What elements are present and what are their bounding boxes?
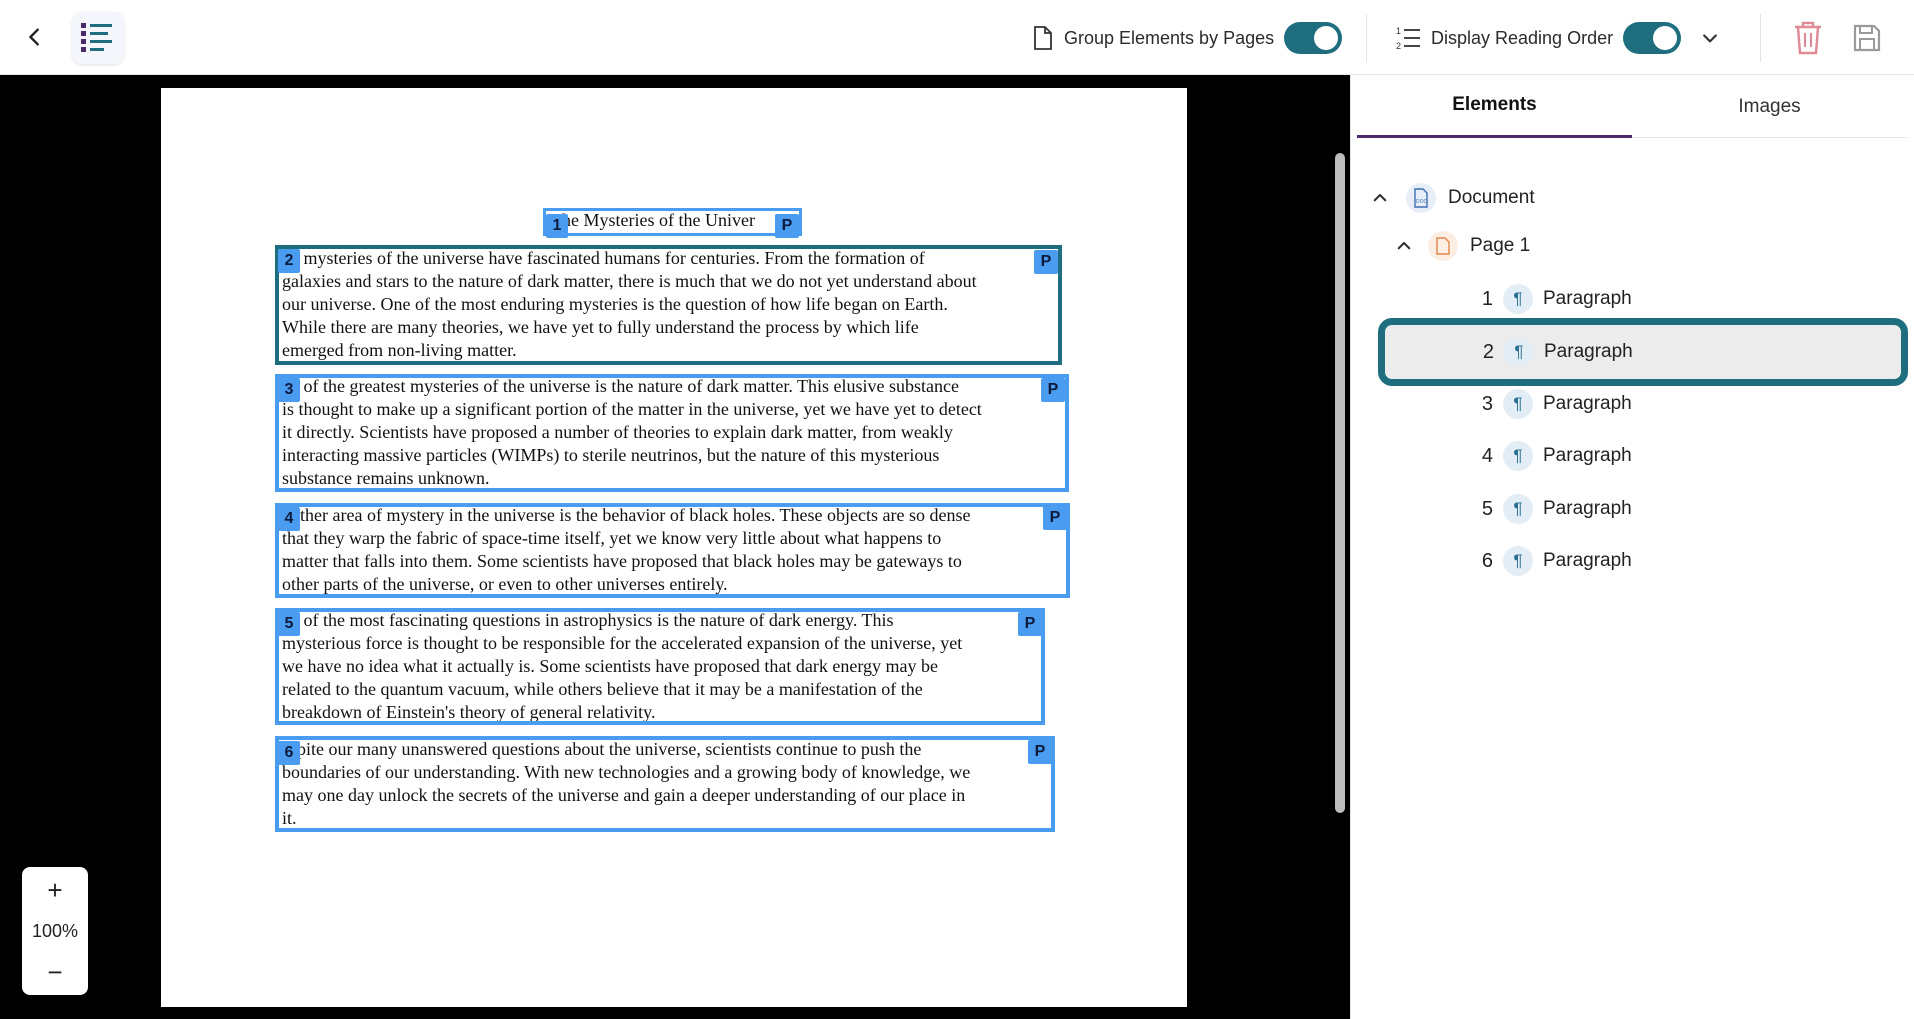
tab-images[interactable]: Images [1632, 75, 1907, 138]
pilcrow-icon: ¶ [1503, 494, 1533, 524]
numbered-list-icon: 1 2 [1396, 26, 1420, 51]
page-icon [1034, 26, 1052, 50]
order-badge-2: 2 [278, 249, 300, 273]
chevron-up-icon[interactable] [1392, 234, 1416, 258]
order-badge-1: 1 [546, 214, 568, 238]
tab-elements[interactable]: Elements [1357, 75, 1632, 138]
group-by-pages-label: Group Elements by Pages [1064, 27, 1275, 48]
order-badge-4: 4 [278, 507, 300, 531]
pilcrow-icon: ¶ [1503, 389, 1533, 419]
zoom-control: + 100% − [22, 867, 88, 995]
trash-icon [1795, 21, 1821, 55]
save-icon [1853, 24, 1881, 52]
viewer-scrollbar[interactable] [1335, 153, 1345, 813]
tree-page-node[interactable]: Page 1 [1392, 226, 1530, 266]
save-button[interactable] [1847, 18, 1887, 58]
type-badge-4: P [1043, 506, 1067, 530]
item-label: Paragraph [1543, 393, 1632, 414]
element-box-5[interactable] [275, 608, 1045, 725]
chevron-down-icon [1703, 34, 1717, 43]
chevron-left-icon [29, 28, 39, 46]
item-order-number: 6 [1481, 549, 1493, 572]
list-layout-icon [81, 23, 112, 52]
item-label: Paragraph [1543, 550, 1632, 571]
type-badge-5: P [1018, 612, 1042, 636]
order-badge-6: 6 [278, 741, 300, 765]
element-box-1[interactable] [543, 208, 802, 236]
pilcrow-icon: ¶ [1503, 546, 1533, 576]
element-box-3[interactable] [275, 374, 1069, 492]
tree-item-paragraph[interactable]: 1 ¶ Paragraph [1377, 275, 1907, 323]
item-label: Paragraph [1544, 341, 1633, 362]
element-box-6[interactable] [275, 736, 1055, 832]
reading-order-dropdown-button[interactable] [1690, 18, 1730, 58]
type-badge-1: P [775, 214, 799, 238]
toolbar-divider [1760, 14, 1761, 62]
item-order-number: 5 [1481, 497, 1493, 520]
item-order-number: 2 [1482, 340, 1494, 363]
delete-button[interactable] [1788, 18, 1828, 58]
svg-text:DOC: DOC [1416, 199, 1428, 205]
element-box-4[interactable] [275, 503, 1070, 598]
pilcrow-icon: ¶ [1503, 284, 1533, 314]
chevron-up-icon[interactable] [1368, 186, 1392, 210]
order-badge-5: 5 [278, 612, 300, 636]
type-badge-2: P [1034, 250, 1058, 274]
toolbar-divider [1366, 14, 1367, 62]
group-by-pages-toggle[interactable] [1284, 22, 1343, 54]
tree-item-paragraph[interactable]: 6 ¶ Paragraph [1377, 537, 1907, 585]
tree-document-node[interactable]: DOC Document [1368, 178, 1535, 218]
doc-icon: DOC [1406, 183, 1436, 213]
element-box-2[interactable] [275, 245, 1062, 365]
zoom-out-button[interactable]: − [35, 957, 75, 987]
item-label: Paragraph [1543, 445, 1632, 466]
app-logo[interactable] [72, 12, 124, 64]
type-badge-6: P [1028, 740, 1052, 764]
zoom-level: 100% [31, 920, 79, 941]
reading-order-toggle[interactable] [1623, 22, 1682, 54]
tree-item-paragraph[interactable]: 3 ¶ Paragraph [1377, 380, 1907, 428]
svg-text:2: 2 [1396, 41, 1401, 51]
item-order-number: 4 [1481, 444, 1493, 467]
tree-item-paragraph[interactable]: 4 ¶ Paragraph [1377, 432, 1907, 480]
item-order-number: 3 [1481, 392, 1493, 415]
item-label: Paragraph [1543, 498, 1632, 519]
reading-order-control: 1 2 Display Reading Order [1395, 19, 1682, 57]
svg-text:1: 1 [1396, 26, 1401, 36]
tree-item-paragraph-selected[interactable]: 2 ¶ Paragraph [1378, 318, 1908, 386]
zoom-in-button[interactable]: + [35, 875, 75, 905]
tree-item-paragraph[interactable]: 5 ¶ Paragraph [1377, 485, 1907, 533]
reading-order-label: Display Reading Order [1431, 27, 1614, 48]
tree-page-label: Page 1 [1470, 235, 1531, 256]
type-badge-3: P [1041, 378, 1065, 402]
tree-document-label: Document [1448, 187, 1535, 208]
item-order-number: 1 [1481, 287, 1493, 310]
order-badge-3: 3 [278, 378, 300, 402]
top-toolbar: Group Elements by Pages 1 2 Display Read… [0, 0, 1914, 75]
page-icon [1428, 231, 1458, 261]
panel-tabs: Elements Images [1357, 75, 1907, 138]
group-by-pages-control: Group Elements by Pages [1032, 19, 1343, 57]
item-label: Paragraph [1543, 288, 1632, 309]
pilcrow-icon: ¶ [1503, 441, 1533, 471]
pilcrow-icon: ¶ [1504, 337, 1534, 367]
back-button[interactable] [18, 20, 52, 54]
document-viewer[interactable]: he Mysteries of the Univer 1 P ne myster… [0, 75, 1350, 1019]
